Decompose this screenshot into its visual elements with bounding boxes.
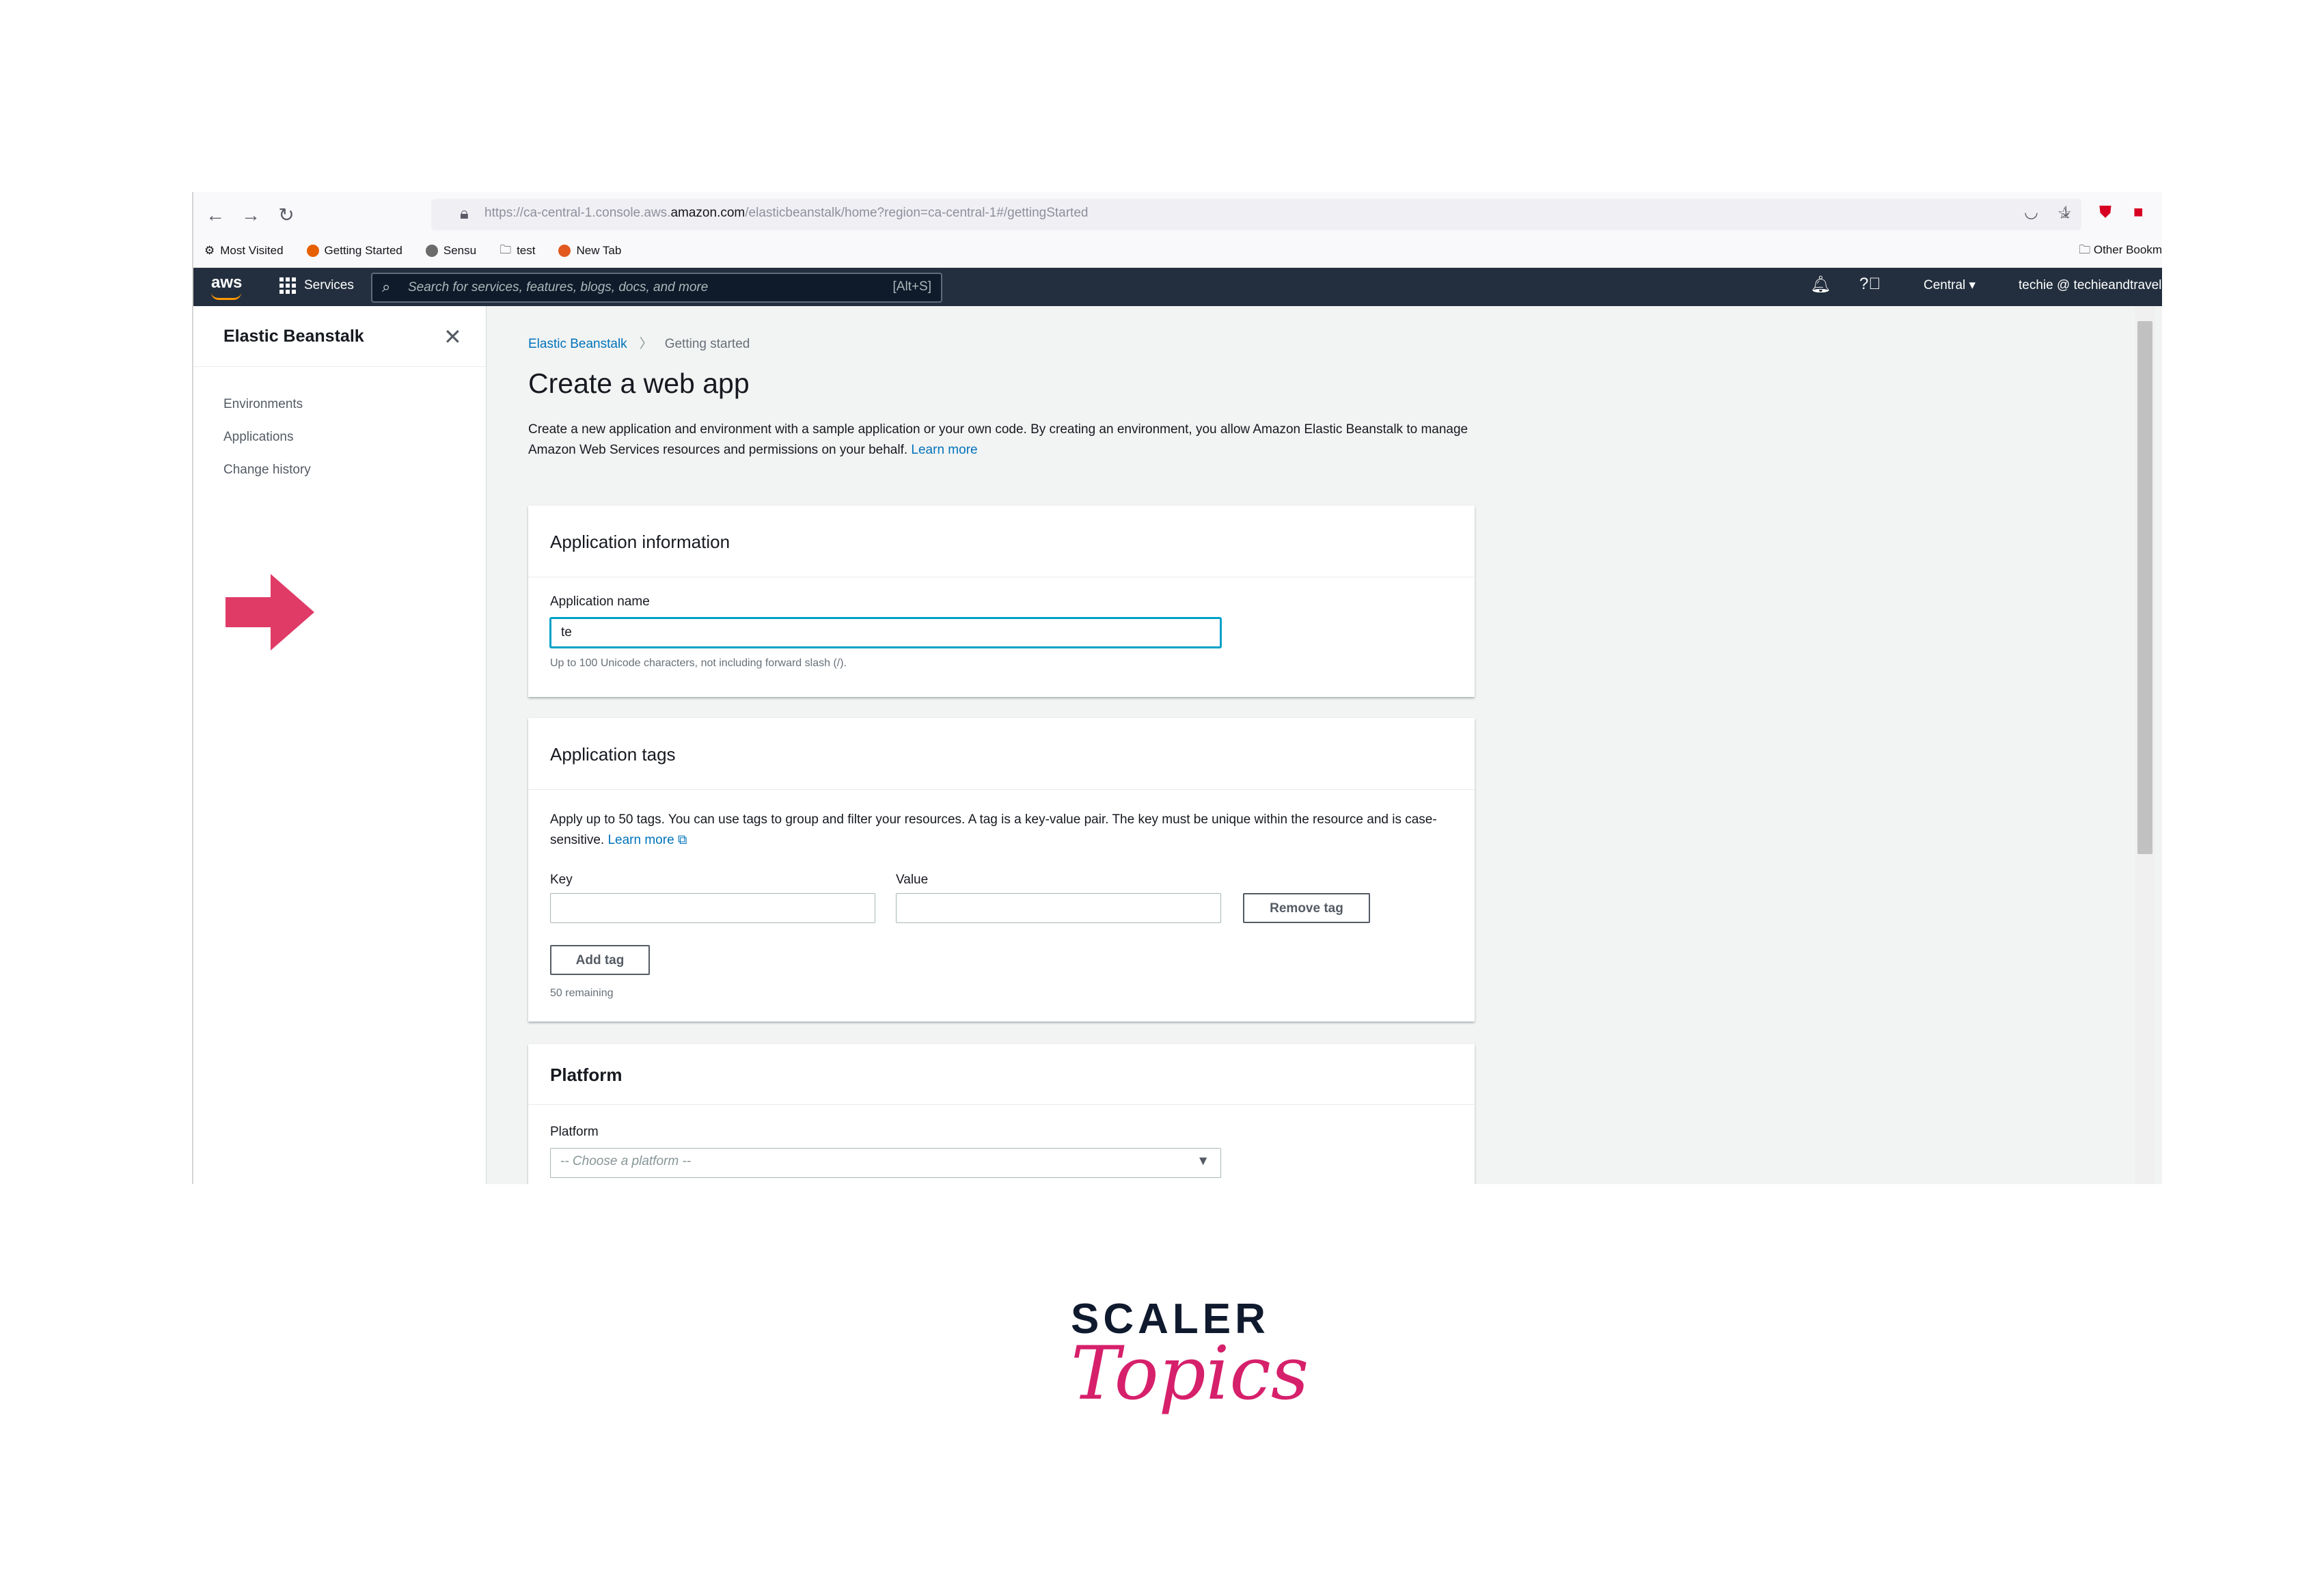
page-title: Create a web app [528,368,750,399]
sidebar-title: Elastic Beanstalk [223,327,364,346]
address-bar[interactable]: 🔒︎ https://ca-central-1.console.aws.amaz… [431,199,2081,230]
platform-label: Platform [550,1125,599,1139]
pocket-icon[interactable]: ◡ [2024,203,2038,222]
aws-smile-icon [211,292,241,300]
breadcrumb: Elastic Beanstalk 〉 Getting started [528,333,750,352]
services-menu[interactable]: Services [279,277,354,294]
application-tags-panel: Application tags Apply up to 50 tags. Yo… [528,718,1475,1021]
tag-value-label: Value [896,873,929,887]
bookmark-getting-started[interactable]: Getting Started [306,241,402,260]
account-menu[interactable]: techie @ techieandtravel ▾ [2019,277,2162,293]
application-name-hint: Up to 100 Unicode characters, not includ… [550,657,847,669]
grid-icon [279,277,296,294]
url-text: https://ca-central-1.console.aws.amazon.… [484,206,1089,220]
close-icon[interactable]: ✕ [443,324,462,350]
breadcrumb-current: Getting started [664,337,750,351]
tag-key-label: Key [550,873,573,887]
browser-chrome: ← → ↻ ⛉ 🔒︎ https://ca-central-1.console.… [193,192,2162,268]
remove-tag-button[interactable]: Remove tag [1243,893,1370,923]
bookmark-new-tab[interactable]: New Tab [558,241,621,260]
folder-icon: 🗀 [500,243,512,256]
caret-down-icon: ▼ [1197,1154,1209,1168]
platform-select[interactable]: -- Choose a platform -- ▼ [550,1148,1221,1178]
lock-icon: 🔒︎ [460,204,469,223]
page-scrollbar[interactable] [2135,306,2155,1184]
pointer-arrow-icon [225,574,314,650]
learn-more-link[interactable]: Learn more [911,443,977,457]
region-selector[interactable]: Central ▾ [1924,277,1976,293]
application-tags-heading: Application tags [550,744,676,765]
folder-icon: 🗀 [2079,243,2091,256]
sidebar-item-applications[interactable]: Applications [223,421,311,454]
search-input[interactable] [407,278,860,297]
sidebar-divider [193,366,486,367]
add-tag-button[interactable]: Add tag [550,945,650,975]
sidebar: Elastic Beanstalk ✕ Environments Applica… [193,306,487,1184]
chevron-right-icon: 〉 [639,337,653,351]
aws-logo[interactable]: aws [211,273,242,292]
gear-icon: ⚙ [204,244,215,257]
application-name-input[interactable] [550,618,1221,648]
bookmark-sensu[interactable]: Sensu [425,241,476,260]
tag-key-input[interactable] [550,893,875,923]
tags-remaining: 50 remaining [550,987,614,999]
console-search[interactable]: ⌕ [Alt+S] [371,273,942,303]
bookmark-most-visited[interactable]: ⚙ Most Visited [204,241,284,260]
browser-screenshot: ← → ↻ ⛉ 🔒︎ https://ca-central-1.console.… [192,192,2162,1184]
firefox-icon [558,245,571,257]
search-shortcut: [Alt+S] [892,279,932,294]
application-info-panel: Application information Application name… [528,506,1475,697]
reload-icon[interactable]: ↻ [274,203,299,228]
ublock-icon[interactable]: ⛊ [2099,203,2111,222]
help-icon[interactable]: ?⃝ [1859,275,1881,294]
application-tags-description: Apply up to 50 tags. You can use tags to… [550,812,1437,847]
breadcrumb-elastic-beanstalk[interactable]: Elastic Beanstalk [528,337,627,351]
back-icon[interactable]: ← [203,203,228,228]
bookmarks-toolbar: ⚙ Most Visited Getting Started Sensu 🗀 tes… [204,241,621,260]
application-info-heading: Application information [550,532,730,552]
search-icon: ⌕ [382,278,391,295]
other-bookmarks[interactable]: 🗀 Other Bookm [2079,241,2162,261]
page-intro: Create a new application and environment… [528,422,1468,457]
download-icon[interactable]: ⤓ [2062,203,2070,222]
platform-heading: Platform [550,1065,623,1085]
extension-icon[interactable]: ■ [2133,203,2144,222]
scaler-topics-logo: SCALER Topics [1071,1295,1309,1416]
platform-panel: Platform Platform -- Choose a platform -… [528,1044,1475,1184]
scrollbar-thumb[interactable] [2137,321,2152,854]
tags-learn-more-link[interactable]: Learn more ⧉ [607,833,687,847]
application-name-label: Application name [550,594,650,609]
services-label: Services [304,278,354,292]
globe-icon [425,245,438,257]
bell-icon[interactable]: 🔔︎ [1810,275,1831,294]
aws-top-nav: aws Services ⌕ [Alt+S] 🔔︎ ?⃝ Central ▾ t… [193,268,2162,306]
sidebar-item-change-history[interactable]: Change history [223,454,311,486]
platform-select-value: -- Choose a platform -- [560,1154,692,1168]
bookmark-test[interactable]: 🗀 test [500,241,535,260]
sidebar-item-environments[interactable]: Environments [223,388,311,421]
logo-topics: Topics [1071,1331,1309,1416]
tag-value-input[interactable] [896,893,1221,923]
forward-icon[interactable]: → [238,203,263,228]
firefox-icon [306,245,319,257]
